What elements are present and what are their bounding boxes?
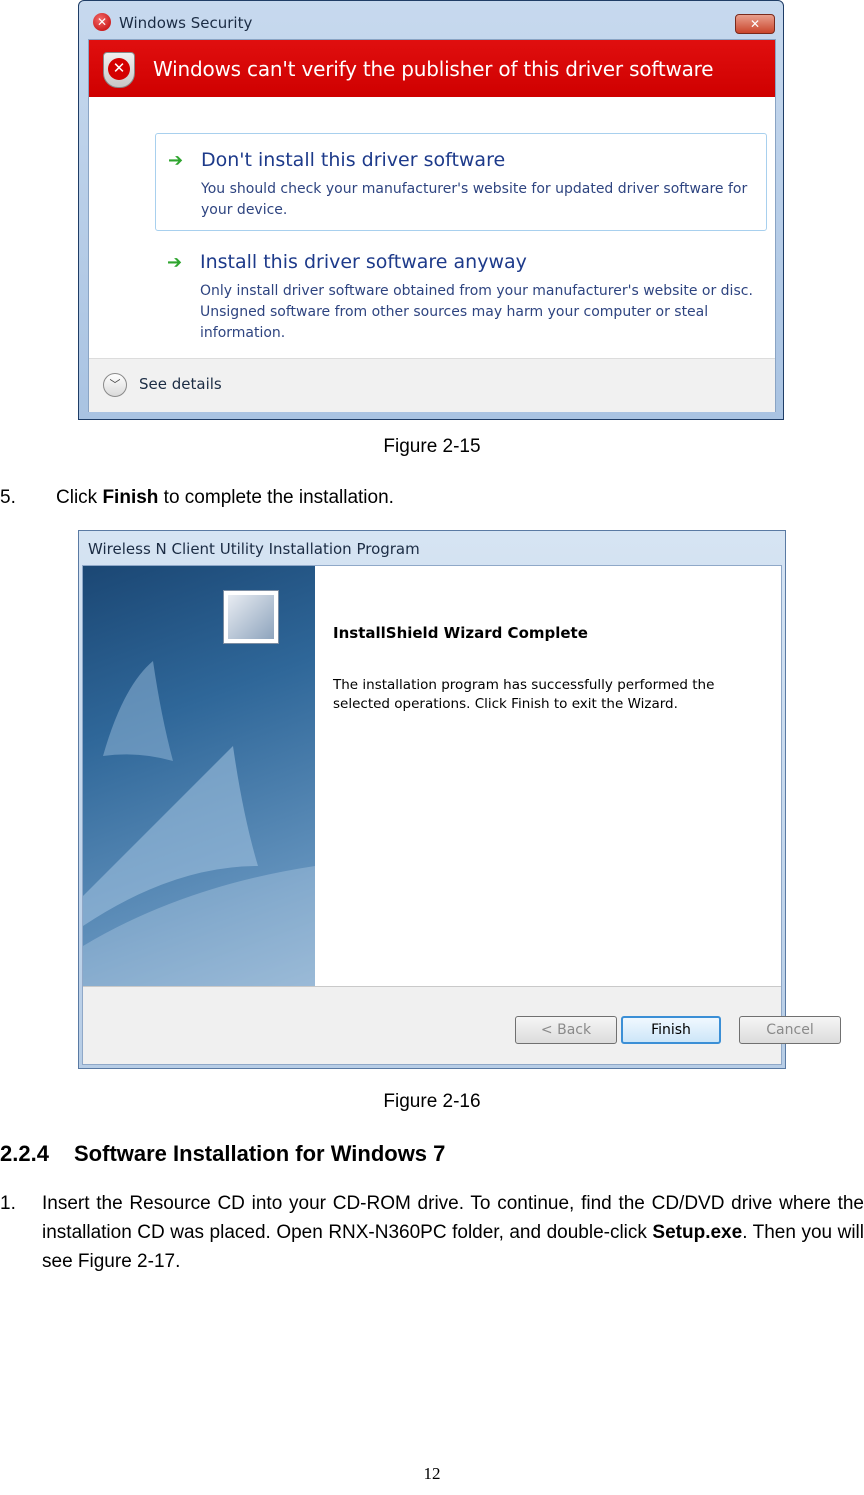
warning-banner: ✕ Windows can't verify the publisher of …	[89, 40, 775, 97]
figure-caption: Figure 2-15	[383, 436, 481, 457]
green-arrow-icon: ➔	[168, 150, 184, 170]
section-title: Software Installation for Windows 7	[74, 1141, 446, 1166]
step-number: 5.	[0, 487, 16, 508]
step-suffix: to complete the installation.	[158, 487, 394, 508]
page-number: 12	[423, 1464, 441, 1483]
title-bar[interactable]: ✕ Windows Security ✕	[79, 1, 783, 41]
wizard-description: The installation program has successfull…	[333, 677, 715, 712]
green-arrow-icon: ➔	[167, 252, 183, 272]
divider	[83, 986, 781, 987]
option-title: Install this driver software anyway	[200, 251, 527, 273]
step-text: Insert the Resource CD into your CD-ROM …	[42, 1189, 864, 1276]
step-number: 1.	[0, 1193, 16, 1214]
dialog-body: InstallShield Wizard Complete The instal…	[82, 565, 841, 1065]
see-details-link[interactable]: See details	[139, 375, 222, 393]
option-description: You should check your manufacturer's web…	[201, 181, 748, 218]
window-title: Windows Security	[119, 14, 253, 32]
sail-graphic	[83, 661, 315, 986]
finish-keyword: Finish	[102, 487, 159, 508]
banner-text: Windows can't verify the publisher of th…	[153, 57, 714, 81]
figure-caption: Figure 2-16	[383, 1091, 481, 1112]
chevron-down-icon[interactable]: ﹀	[103, 373, 127, 397]
shield-error-icon: ✕	[103, 52, 135, 88]
option-dont-install[interactable]: ➔ Don't install this driver software You…	[155, 133, 767, 231]
step-text: Click Finish to complete the installatio…	[56, 487, 394, 509]
cancel-button[interactable]: Cancel	[739, 1016, 841, 1044]
window-title[interactable]: Wireless N Client Utility Installation P…	[88, 540, 420, 558]
finish-button[interactable]: Finish	[621, 1016, 721, 1044]
wizard-heading: InstallShield Wizard Complete	[333, 624, 588, 642]
installshield-logo-icon	[223, 590, 279, 644]
dialog-body: ✕ Windows can't verify the publisher of …	[88, 39, 776, 412]
installer-dialog: Wireless N Client Utility Installation P…	[78, 530, 841, 1069]
setup-exe-keyword: Setup.exe	[652, 1222, 743, 1243]
windows-security-icon: ✕	[93, 13, 111, 31]
windows-security-dialog: ✕ Windows Security ✕ ✕ Windows can't ver…	[78, 0, 784, 420]
dialog-footer: ﹀ See details	[89, 358, 775, 412]
option-install-anyway[interactable]: ➔ Install this driver software anyway On…	[155, 236, 767, 346]
side-banner-image	[83, 566, 315, 986]
step-prefix: Click	[56, 487, 103, 508]
back-button[interactable]: < Back	[515, 1016, 617, 1044]
option-title: Don't install this driver software	[201, 149, 506, 171]
close-button[interactable]: ✕	[735, 14, 775, 34]
section-number: 2.2.4	[0, 1141, 49, 1166]
option-description: Only install driver software obtained fr…	[200, 283, 753, 341]
